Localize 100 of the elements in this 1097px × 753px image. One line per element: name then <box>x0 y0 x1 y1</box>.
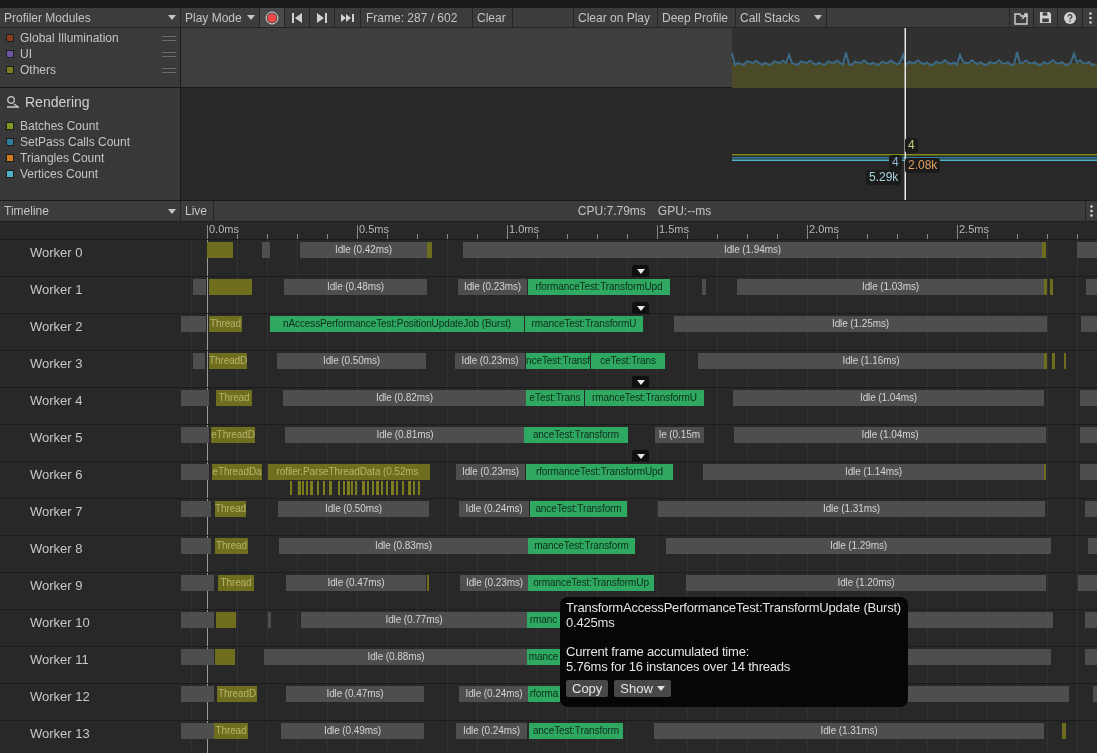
job-block[interactable]: rmanc <box>527 612 560 628</box>
idle-block[interactable]: Idle (0.24ms) <box>456 723 527 739</box>
idle-block[interactable]: Idle (0.48ms) <box>284 279 427 295</box>
idle-block[interactable]: Idle (0.82ms) <box>283 390 526 406</box>
idle-block[interactable] <box>1081 316 1097 332</box>
idle-block[interactable]: Idle (0.24ms) <box>459 501 529 517</box>
expand-toggle-icon[interactable] <box>632 376 649 388</box>
idle-block[interactable]: le (0.15m <box>655 427 704 443</box>
idle-block[interactable] <box>1078 575 1097 591</box>
record-button[interactable] <box>260 8 285 27</box>
idle-block[interactable] <box>181 612 214 628</box>
idle-block[interactable] <box>181 316 206 332</box>
idle-block[interactable] <box>1085 612 1097 628</box>
thread-block[interactable] <box>216 612 236 628</box>
idle-block[interactable]: Idle (1.31ms) <box>654 723 1044 739</box>
job-block[interactable]: manceTest:Transform <box>528 538 635 554</box>
idle-block[interactable]: Idle (1.20ms) <box>686 575 1046 591</box>
idle-block[interactable]: Idle (0.24ms) <box>459 686 529 702</box>
drag-handle-icon[interactable] <box>162 67 176 73</box>
idle-block[interactable] <box>262 242 270 258</box>
idle-block[interactable]: Idle (1.03ms) <box>737 279 1044 295</box>
idle-block[interactable] <box>1085 649 1097 665</box>
job-block[interactable]: mance <box>527 649 560 665</box>
idle-block[interactable]: Idle (1.04ms) <box>734 427 1046 443</box>
job-block[interactable]: rformanceTest:TransformUpd <box>528 279 670 295</box>
idle-block[interactable] <box>1080 464 1097 480</box>
idle-block[interactable] <box>181 538 211 554</box>
thread-block[interactable] <box>1044 279 1047 295</box>
idle-block[interactable] <box>702 279 706 295</box>
thread-block[interactable] <box>209 279 252 295</box>
thread-block[interactable] <box>427 242 432 258</box>
idle-block[interactable] <box>193 279 206 295</box>
idle-block[interactable] <box>905 612 1053 628</box>
idle-block[interactable] <box>905 686 1069 702</box>
idle-block[interactable] <box>181 427 209 443</box>
idle-block[interactable] <box>1085 501 1097 517</box>
idle-block[interactable] <box>1077 242 1097 258</box>
drag-handle-icon[interactable] <box>162 35 176 41</box>
job-block[interactable]: anceTest:Transform <box>530 501 627 517</box>
thread-block[interactable] <box>215 649 235 665</box>
thread-block[interactable] <box>1052 353 1055 369</box>
thread-block[interactable] <box>1044 353 1047 369</box>
thread-block[interactable] <box>1042 242 1046 258</box>
idle-block[interactable]: Idle (1.94ms) <box>463 242 1042 258</box>
idle-block[interactable]: Idle (0.47ms) <box>286 575 426 591</box>
idle-block[interactable]: Idle (0.49ms) <box>281 723 424 739</box>
idle-block[interactable]: Idle (0.23ms) <box>455 353 525 369</box>
idle-block[interactable]: Idle (0.47ms) <box>286 686 424 702</box>
idle-block[interactable]: Idle (1.14ms) <box>703 464 1044 480</box>
idle-block[interactable] <box>193 353 205 369</box>
job-block[interactable]: rforma <box>528 686 560 702</box>
idle-block[interactable] <box>1080 390 1097 406</box>
job-block[interactable]: ceTest:Trans <box>591 353 665 369</box>
idle-block[interactable]: Idle (0.88ms) <box>264 649 528 665</box>
job-block[interactable]: nceTest:Transf <box>526 353 590 369</box>
idle-block[interactable] <box>181 390 209 406</box>
idle-block[interactable] <box>1088 538 1097 554</box>
idle-block[interactable]: Idle (1.25ms) <box>674 316 1047 332</box>
idle-block[interactable] <box>181 649 214 665</box>
idle-block[interactable]: Idle (0.23ms) <box>460 575 529 591</box>
idle-block[interactable] <box>181 501 211 517</box>
copy-button[interactable]: Copy <box>566 680 609 697</box>
idle-block[interactable] <box>1080 427 1097 443</box>
idle-block[interactable]: Idle (1.04ms) <box>733 390 1044 406</box>
thread-block[interactable] <box>1062 723 1066 739</box>
job-block[interactable]: rmanceTest:TransformU <box>525 316 643 332</box>
job-block[interactable]: anceTest:Transform <box>524 427 628 443</box>
job-block[interactable]: anceTest:Transform <box>529 723 623 739</box>
idle-block[interactable] <box>1086 279 1097 295</box>
job-block[interactable]: rformanceTest:TransformUpd <box>526 464 673 480</box>
expand-toggle-icon[interactable] <box>632 450 649 462</box>
idle-block[interactable] <box>268 612 271 628</box>
show-dropdown[interactable]: Show <box>614 680 671 697</box>
idle-block[interactable]: Idle (0.50ms) <box>278 501 429 517</box>
job-block[interactable]: nAccessPerformanceTest:PositionUpdateJob (Burst) <box>270 316 524 332</box>
idle-block[interactable] <box>181 575 214 591</box>
idle-block[interactable]: Idle (0.81ms) <box>285 427 525 443</box>
expand-toggle-icon[interactable] <box>632 302 649 314</box>
thread-block[interactable] <box>1050 279 1053 295</box>
idle-block[interactable] <box>181 464 209 480</box>
idle-block[interactable] <box>181 723 214 739</box>
idle-block[interactable]: Idle (0.42ms) <box>300 242 427 258</box>
drag-handle-icon[interactable] <box>162 51 176 57</box>
thread-block[interactable] <box>427 464 430 480</box>
expand-toggle-icon[interactable] <box>632 265 649 277</box>
idle-block[interactable] <box>905 649 1051 665</box>
idle-block[interactable]: Idle (0.83ms) <box>279 538 528 554</box>
idle-block[interactable]: Idle (1.31ms) <box>658 501 1045 517</box>
thread-block[interactable] <box>207 242 233 258</box>
job-block[interactable]: rmanceTest:TransformU <box>585 390 704 406</box>
idle-block[interactable]: Idle (0.23ms) <box>456 464 525 480</box>
idle-block[interactable]: Idle (0.50ms) <box>277 353 426 369</box>
idle-block[interactable]: Idle (1.16ms) <box>698 353 1044 369</box>
idle-block[interactable] <box>1093 686 1097 702</box>
idle-block[interactable]: Idle (1.29ms) <box>666 538 1051 554</box>
job-block[interactable]: eTest:Trans <box>526 390 584 406</box>
job-block[interactable]: ormanceTest:TransformUp <box>528 575 654 591</box>
idle-block[interactable]: Idle (0.77ms) <box>301 612 527 628</box>
idle-block[interactable] <box>181 686 214 702</box>
idle-block[interactable]: Idle (0.23ms) <box>458 279 527 295</box>
